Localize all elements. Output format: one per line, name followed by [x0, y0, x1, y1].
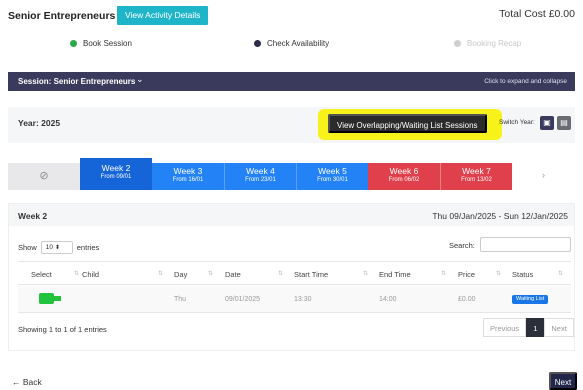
session-collapse-bar[interactable]: Session: Senior Entrepreneurs ⌄ Click to… — [8, 72, 575, 91]
sort-icon: ⇅ — [496, 271, 502, 277]
session-title: Session: Senior Entrepreneurs — [18, 77, 136, 86]
sort-icon: ⇅ — [441, 271, 447, 277]
next-button[interactable]: Next — [549, 372, 577, 390]
week-selector: ⊘ Week 2 From 09/01 Week 3 From 16/01 We… — [8, 158, 575, 190]
pagination: Previous 1 Next — [483, 318, 574, 337]
step-booking-recap: Booking Recap — [454, 39, 521, 48]
step-pending-icon — [454, 40, 461, 47]
col-end-time[interactable]: End Time — [379, 270, 411, 279]
week-name: Week 6 — [389, 166, 419, 176]
sort-icon: ⇅ — [363, 271, 369, 277]
week-tab-4[interactable]: Week 4 From 23/01 — [224, 163, 296, 190]
entries-select[interactable]: 10 ⬍ — [40, 241, 73, 254]
table-header: Select ⇅ Child ⇅ Day ⇅ Date ⇅ Start Time… — [18, 261, 571, 285]
step-check-availability: Check Availability — [254, 39, 329, 48]
step-label: Book Session — [83, 39, 132, 48]
pagination-page-1[interactable]: 1 — [526, 318, 545, 337]
week-next-button[interactable]: › — [512, 163, 575, 190]
week-from: From 13/02 — [461, 177, 492, 183]
calendar-prev-year-icon[interactable]: ▣ — [540, 116, 554, 130]
week-name: Week 3 — [173, 166, 203, 176]
week-name: Week 4 — [246, 166, 275, 176]
sort-icon: ⇅ — [74, 271, 80, 277]
week-name: Week 7 — [462, 166, 491, 176]
week-tab-3[interactable]: Week 3 From 16/01 — [152, 163, 224, 190]
cell-date: 09/01/2025 — [225, 296, 261, 303]
step-current-icon — [254, 40, 261, 47]
entries-label: entries — [76, 243, 100, 252]
view-overlapping-sessions-button[interactable]: View Overlapping/Waiting List Sessions — [328, 114, 487, 133]
step-book-session: Book Session — [70, 39, 132, 48]
panel-header: Week 2 Thu 09/Jan/2025 - Sun 12/Jan/2025 — [9, 204, 574, 226]
status-badge: Waiting List — [512, 295, 549, 304]
booking-steps: Book Session Check Availability Booking … — [0, 36, 583, 54]
showing-entries-info: Showing 1 to 1 of 1 entries — [18, 325, 107, 334]
week-tab-7[interactable]: Week 7 From 13/02 — [440, 163, 512, 190]
pagination-next[interactable]: Next — [544, 318, 574, 337]
col-date[interactable]: Date — [225, 270, 241, 279]
header: Senior Entrepreneurs View Activity Detai… — [0, 0, 583, 30]
back-link[interactable]: ← Back — [12, 377, 42, 387]
blocked-icon: ⊘ — [39, 170, 49, 182]
session-hint: Click to expand and collapse — [484, 78, 567, 85]
col-status[interactable]: Status — [512, 270, 533, 279]
sort-icon: ⇅ — [278, 271, 284, 277]
show-label: Show — [18, 243, 37, 252]
pagination-previous[interactable]: Previous — [483, 318, 527, 337]
sessions-panel: Week 2 Thu 09/Jan/2025 - Sun 12/Jan/2025… — [8, 203, 575, 351]
col-select[interactable]: Select — [31, 270, 52, 279]
page-title: Senior Entrepreneurs — [8, 10, 116, 22]
week-tab-2[interactable]: Week 2 From 09/01 — [80, 158, 152, 190]
panel-week-title: Week 2 — [18, 211, 48, 221]
cell-end-time: 14:00 — [379, 296, 397, 303]
week-disabled-cell: ⊘ — [8, 163, 80, 190]
cell-day: Thu — [174, 296, 187, 303]
col-day[interactable]: Day — [174, 270, 187, 279]
table-row: Thu 09/01/2025 13:30 14:00 £0.00 Waiting… — [18, 286, 571, 313]
sort-icon: ⇅ — [558, 271, 564, 277]
chevron-right-icon: › — [542, 170, 545, 180]
year-label: Year: 2025 — [18, 118, 61, 128]
switch-year-label: Switch Year: — [499, 119, 535, 126]
year-row: Year: 2025 View Overlapping/Waiting List… — [8, 107, 575, 143]
view-activity-details-button[interactable]: View Activity Details — [117, 6, 209, 25]
week-from: From 09/01 — [100, 174, 132, 180]
week-tab-5[interactable]: Week 5 From 30/01 — [296, 163, 368, 190]
col-start-time[interactable]: Start Time — [294, 270, 328, 279]
panel-date-range: Thu 09/Jan/2025 - Sun 12/Jan/2025 — [432, 211, 568, 221]
step-complete-icon — [70, 40, 77, 47]
sort-icon: ⇅ — [208, 271, 214, 277]
cell-price: £0.00 — [458, 296, 476, 303]
week-from: From 16/01 — [172, 177, 204, 183]
calendar-next-year-icon[interactable]: ▤ — [557, 116, 571, 130]
step-label: Check Availability — [267, 39, 330, 48]
week-from: From 06/02 — [388, 177, 420, 183]
sort-icon: ⇅ — [158, 271, 164, 277]
total-cost: Total Cost £0.00 — [499, 8, 575, 20]
col-child[interactable]: Child — [82, 270, 99, 279]
step-label: Booking Recap — [467, 39, 522, 48]
select-session-toggle[interactable] — [39, 293, 61, 304]
search-label: Search: — [449, 241, 475, 250]
week-from: From 30/01 — [317, 177, 348, 183]
cell-start-time: 13:30 — [294, 296, 312, 303]
search-input[interactable] — [480, 237, 571, 252]
entries-value: 10 — [45, 244, 53, 251]
chevron-updown-icon: ⬍ — [54, 245, 60, 251]
week-name: Week 2 — [101, 163, 131, 173]
show-entries-control: Show 10 ⬍ entries — [18, 241, 99, 254]
week-name: Week 5 — [318, 166, 347, 176]
week-tab-6[interactable]: Week 6 From 06/02 — [368, 163, 440, 190]
col-price[interactable]: Price — [458, 270, 475, 279]
chevron-down-icon: ⌄ — [136, 74, 144, 84]
week-from: From 23/01 — [245, 177, 276, 183]
